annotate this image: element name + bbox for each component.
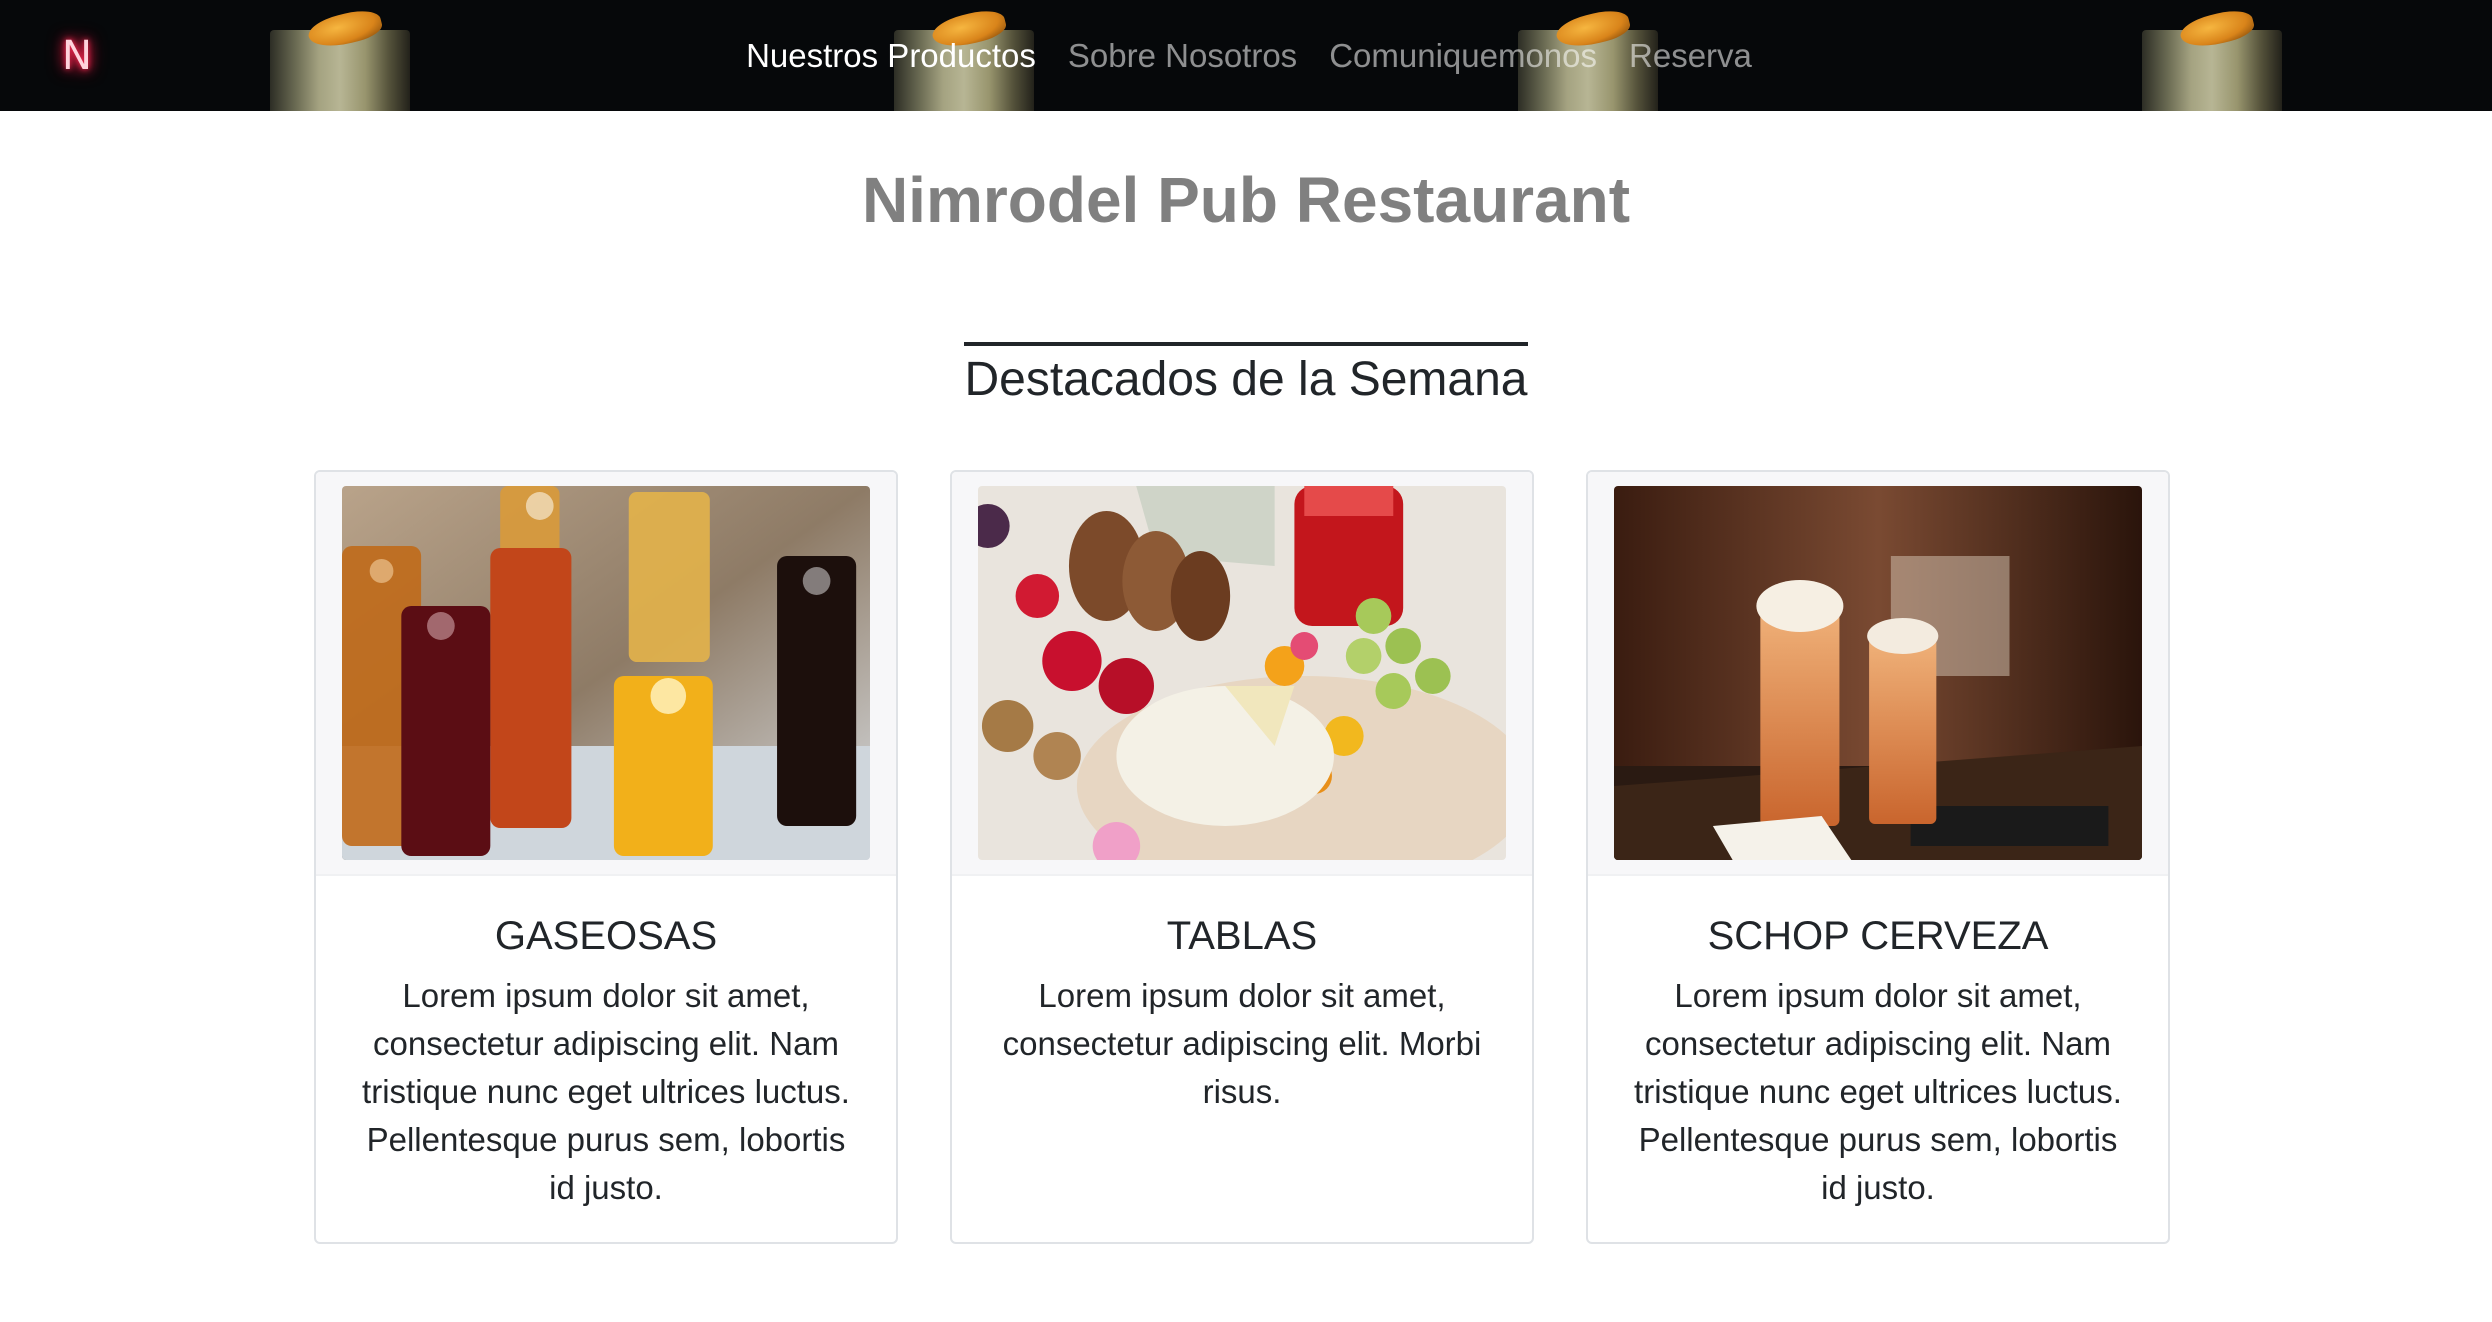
card-title: SCHOP CERVEZA xyxy=(1707,914,2049,958)
product-card-gaseosas: GASEOSAS Lorem ipsum dolor sit amet, con… xyxy=(314,470,898,1244)
card-image-wrapper xyxy=(316,472,896,876)
soft-drinks-image xyxy=(342,486,870,860)
card-image-wrapper xyxy=(952,472,1532,876)
card-text: Lorem ipsum dolor sit amet, consectetur … xyxy=(1002,977,1482,1110)
card-title: TABLAS xyxy=(1166,914,1318,958)
nav-link-sobre-nosotros[interactable]: Sobre Nosotros xyxy=(1068,28,1297,84)
page-title: Nimrodel Pub Restaurant xyxy=(861,164,1631,236)
nav-link-reserva[interactable]: Reserva xyxy=(1629,28,1752,84)
nav-link-comuniquemonos[interactable]: Comuniquemonos xyxy=(1329,28,1597,84)
cheese-board-image xyxy=(978,486,1506,860)
nav-link-nuestros-productos[interactable]: Nuestros Productos xyxy=(746,28,1036,84)
beer-glasses-image xyxy=(1614,486,2142,860)
section-title-wrapper: Destacados de la Semana xyxy=(0,342,2492,412)
nav-links: Nuestros Productos Sobre Nosotros Comuni… xyxy=(0,28,2492,84)
product-card-tablas: TABLAS Lorem ipsum dolor sit amet, conse… xyxy=(950,470,1534,1244)
navbar: N Nuestros Productos Sobre Nosotros Comu… xyxy=(0,0,2492,111)
card-text: Lorem ipsum dolor sit amet, consectetur … xyxy=(1634,977,2122,1206)
featured-cards: GASEOSAS Lorem ipsum dolor sit amet, con… xyxy=(314,470,2172,1244)
card-text: Lorem ipsum dolor sit amet, consectetur … xyxy=(362,977,850,1206)
card-title: GASEOSAS xyxy=(494,914,718,958)
card-image-wrapper xyxy=(1588,472,2168,876)
product-card-schop-cerveza: SCHOP CERVEZA Lorem ipsum dolor sit amet… xyxy=(1586,470,2170,1244)
section-title: Destacados de la Semana xyxy=(964,342,1528,412)
